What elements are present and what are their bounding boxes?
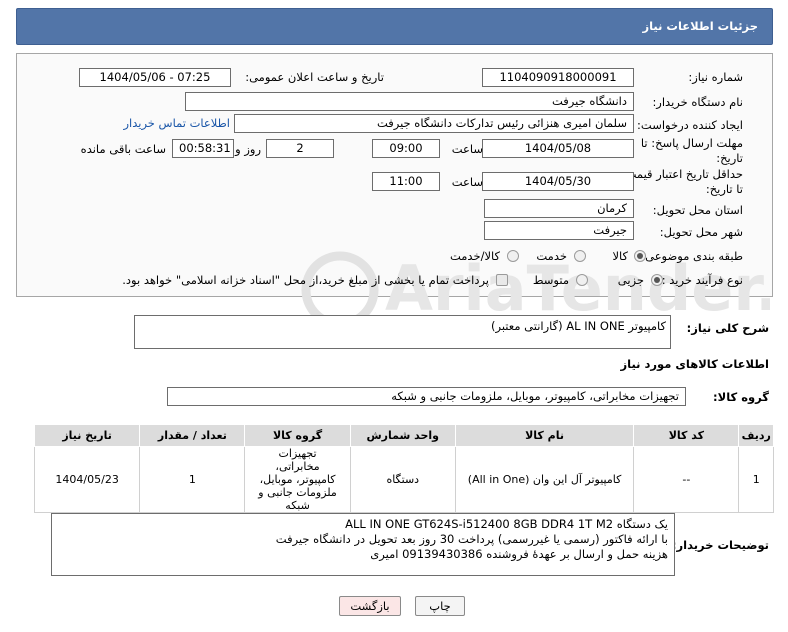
summary-text: کامپیوتر AL IN ONE (گارانتی معتبر) <box>491 319 666 333</box>
col-index: ردیف <box>738 424 774 447</box>
table-header-row: ردیف کد کالا نام کالا واحد شمارش گروه کا… <box>33 424 774 447</box>
goods-group-label: گروه کالا: <box>713 390 769 404</box>
col-date: تاریخ نیاز <box>33 424 141 447</box>
table-row: 1 -- کامپیوتر آل این وان (All in One) دس… <box>33 446 774 513</box>
process-radio-minor[interactable] <box>651 274 663 286</box>
remaining-time-field: 00:58:31 <box>172 139 234 158</box>
process-option-medium: متوسط <box>532 273 569 287</box>
deadline-time-field: 09:00 <box>372 139 440 158</box>
deadline-time-label: ساعت <box>451 142 483 156</box>
col-name: نام کالا <box>454 424 635 447</box>
col-code: کد کالا <box>633 424 740 447</box>
province-field: کرمان <box>484 199 634 218</box>
creator-label: ایجاد کننده درخواست: <box>637 118 743 132</box>
page-header: جزئیات اطلاعات نیاز <box>16 8 773 45</box>
treasury-payment-text: پرداخت تمام یا بخشی از مبلغ خرید،از محل … <box>122 273 489 287</box>
summary-textarea: کامپیوتر AL IN ONE (گارانتی معتبر) <box>134 315 671 349</box>
goods-table: ردیف کد کالا نام کالا واحد شمارش گروه کا… <box>33 424 774 513</box>
buyer-org-label: نام دستگاه خریدار: <box>652 95 743 109</box>
cell-index: 1 <box>738 446 774 513</box>
announce-date-label: تاریخ و ساعت اعلان عمومی: <box>245 70 384 84</box>
col-unit: واحد شمارش <box>349 424 456 447</box>
summary-label: شرح کلی نیاز: <box>686 321 769 335</box>
creator-field: سلمان امیری هنزائی رئیس تدارکات دانشگاه … <box>234 114 634 133</box>
category-label: طبقه بندی موضوعی: <box>641 249 743 263</box>
cell-group: تجهیزات مخابراتی، کامپیوتر، موبایل، ملزو… <box>244 446 351 513</box>
category-option-goods: کالا <box>612 249 628 263</box>
category-option-service: خدمت <box>536 249 567 263</box>
days-remaining-field: 2 <box>266 139 334 158</box>
validity-label-1: حداقل تاریخ اعتبار قیمت: <box>621 167 743 181</box>
process-label: نوع فرآیند خرید : <box>661 273 743 287</box>
cell-unit: دستگاه <box>349 446 456 513</box>
category-radio-service[interactable] <box>574 250 586 262</box>
validity-date-field: 1404/05/30 <box>482 172 634 191</box>
buyer-notes-line-1: یک دستگاه ALL IN ONE GT624S-i512400 8GB … <box>345 517 668 531</box>
deadline-label-1: مهلت ارسال پاسخ: تا <box>640 136 743 150</box>
cell-name: کامپیوتر آل این وان (All in One) <box>454 446 635 513</box>
goods-group-field: تجهیزات مخابراتی، کامپیوتر، موبایل، ملزو… <box>167 387 686 406</box>
goods-section-title: اطلاعات کالاهای مورد نیاز <box>620 357 769 371</box>
need-number-field: 1104090918000091 <box>482 68 634 87</box>
print-button[interactable]: چاپ <box>415 596 465 616</box>
announce-date-field: 1404/05/06 - 07:25 <box>79 68 231 87</box>
process-radio-medium[interactable] <box>576 274 588 286</box>
col-group: گروه کالا <box>244 424 351 447</box>
need-number-label: شماره نیاز: <box>688 70 743 84</box>
deadline-label-2: تاریخ: <box>716 151 743 165</box>
buyer-notes-textarea: یک دستگاه ALL IN ONE GT624S-i512400 8GB … <box>51 513 675 576</box>
validity-time-field: 11:00 <box>372 172 440 191</box>
remaining-time-label: ساعت باقی مانده <box>80 142 166 156</box>
days-label: روز و <box>235 142 261 156</box>
buyer-org-field: دانشگاه جیرفت <box>185 92 634 111</box>
buyer-notes-line-2: با ارائه فاکتور (رسمی یا غیررسمی) پرداخت… <box>275 532 668 546</box>
cell-qty: 1 <box>139 446 246 513</box>
validity-label-2: تا تاریخ: <box>705 182 743 196</box>
process-option-minor: جزیی <box>617 273 644 287</box>
back-button[interactable]: بازگشت <box>339 596 401 616</box>
city-label: شهر محل تحویل: <box>659 225 743 239</box>
category-option-goods-service: کالا/خدمت <box>449 249 500 263</box>
buyer-notes-line-3: هزینه حمل و ارسال بر عهدۀ فروشنده 091394… <box>370 547 668 561</box>
cell-code: -- <box>633 446 740 513</box>
province-label: استان محل تحویل: <box>652 203 743 217</box>
cell-date: 1404/05/23 <box>33 446 141 513</box>
category-radio-goods[interactable] <box>634 250 646 262</box>
buyer-notes-label: توضیحات خریدار: <box>671 538 769 552</box>
city-field: جیرفت <box>484 221 634 240</box>
deadline-date-field: 1404/05/08 <box>482 139 634 158</box>
buyer-contact-link[interactable]: اطلاعات تماس خریدار <box>123 116 230 130</box>
validity-time-label: ساعت <box>451 175 483 189</box>
treasury-payment-checkbox[interactable] <box>496 274 508 286</box>
category-radio-goods-service[interactable] <box>507 250 519 262</box>
col-qty: تعداد / مقدار <box>139 424 246 447</box>
